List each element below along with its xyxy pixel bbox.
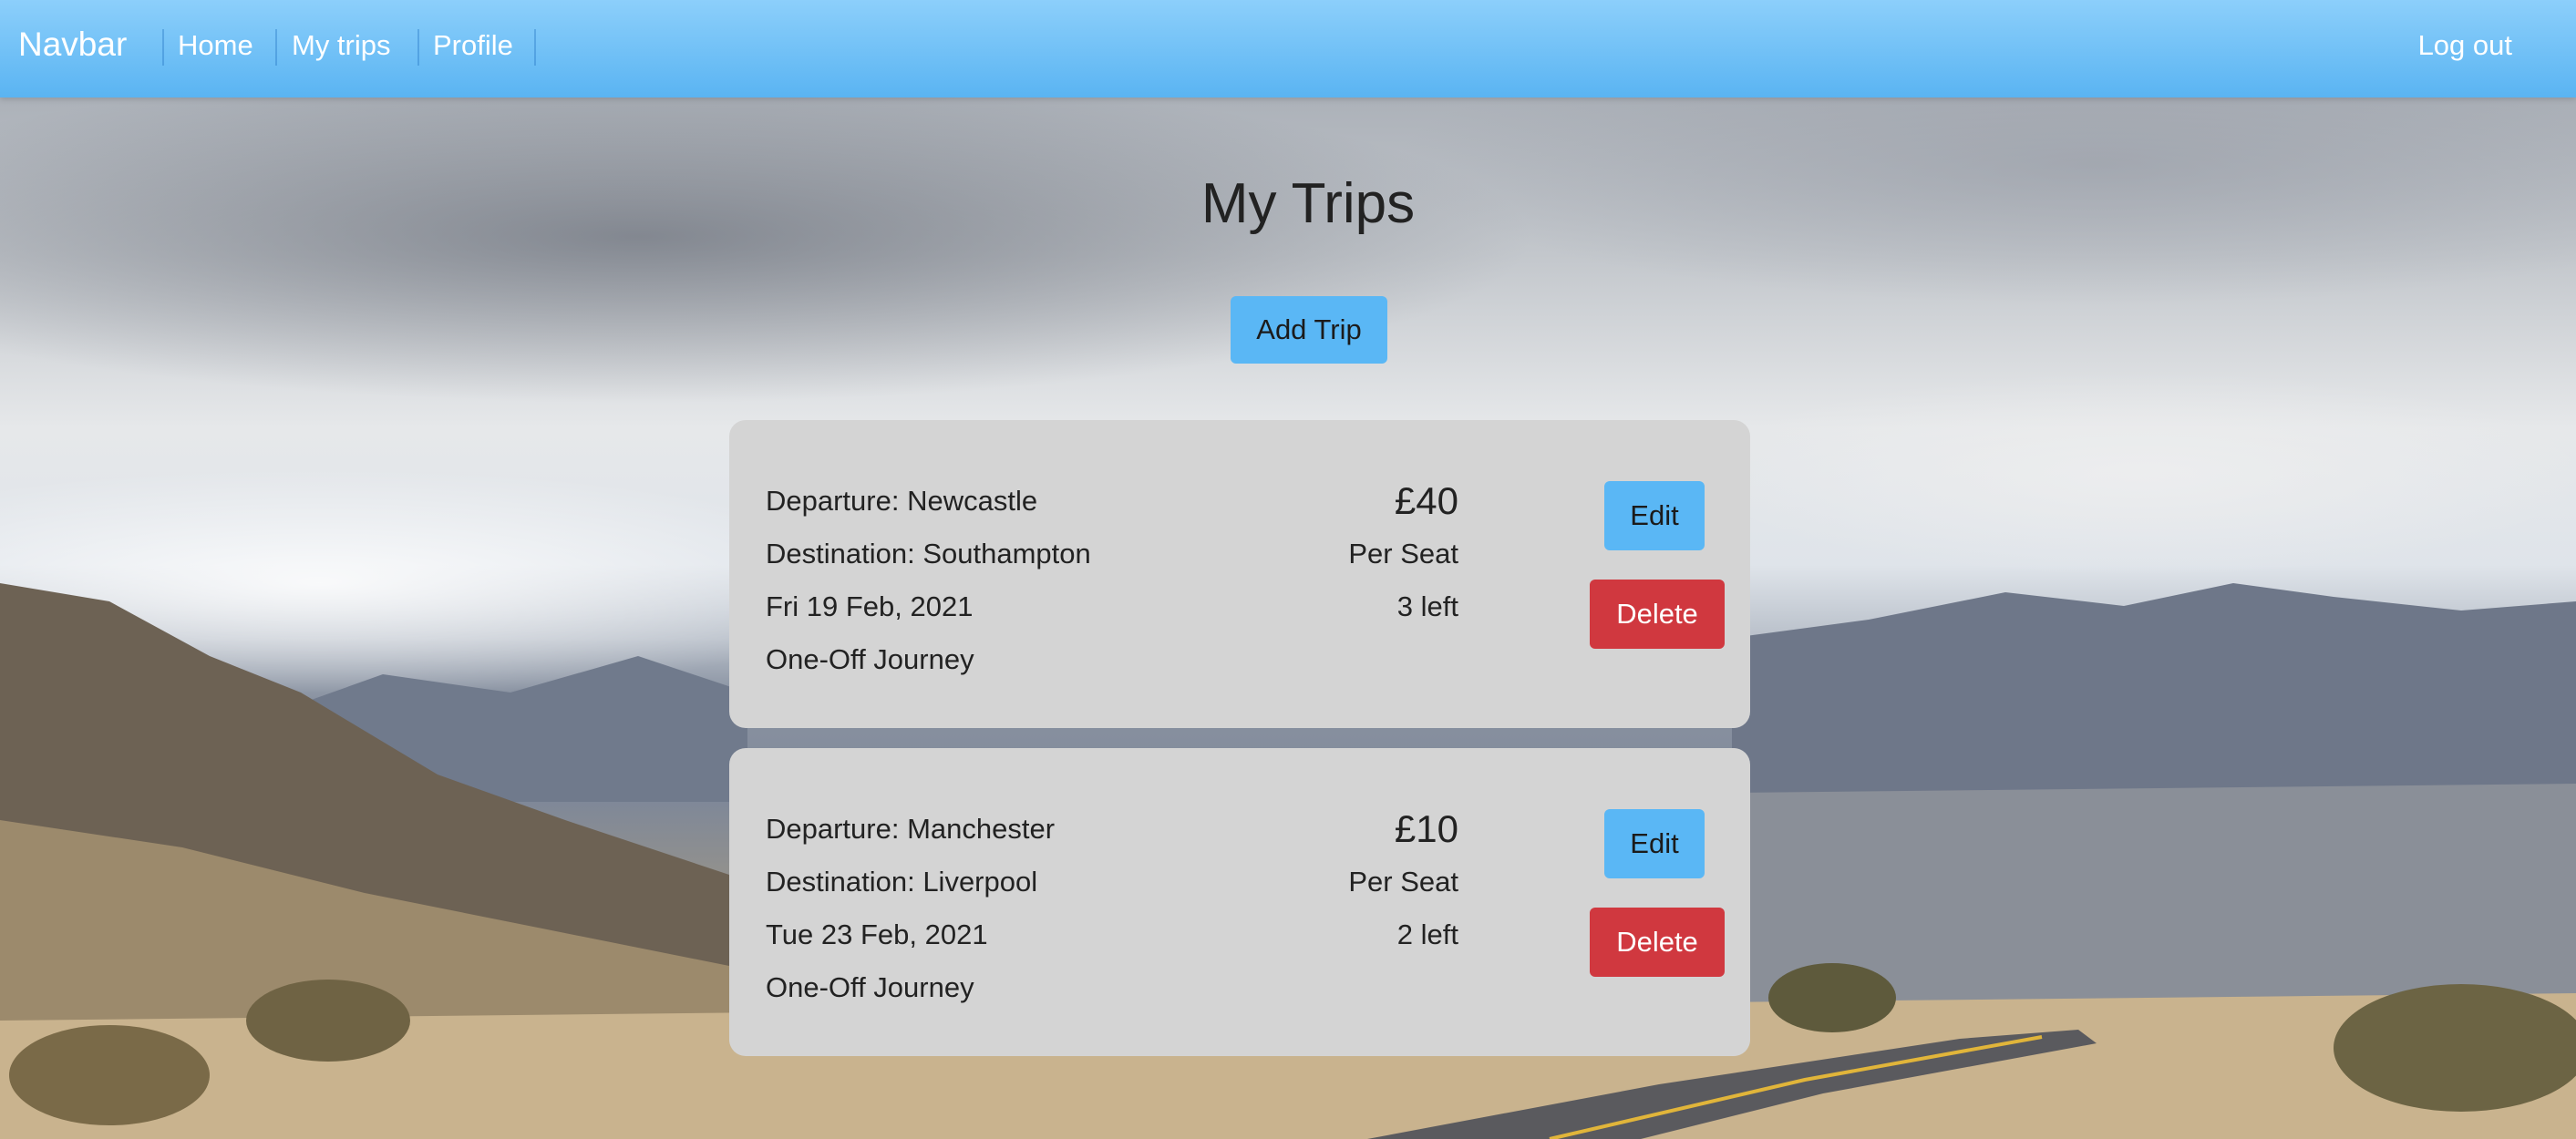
trip-date: Fri 19 Feb, 2021 <box>766 590 974 622</box>
trip-destination: Destination: Southampton <box>766 538 1091 570</box>
trip-pricing: £40 Per Seat 3 left <box>1348 475 1458 633</box>
trip-date: Tue 23 Feb, 2021 <box>766 918 988 950</box>
trip-departure: Departure: Manchester <box>766 813 1056 845</box>
edit-trip-button[interactable]: Edit <box>1604 481 1705 550</box>
trip-pricing: £10 Per Seat 2 left <box>1348 803 1458 961</box>
navbar-brand[interactable]: Navbar <box>18 26 127 64</box>
logout-link[interactable]: Log out <box>2418 29 2512 62</box>
nav-link-profile[interactable]: Profile <box>433 29 513 62</box>
edit-trip-button[interactable]: Edit <box>1604 809 1705 878</box>
trip-card: Departure: Newcastle Destination: Southa… <box>729 420 1750 728</box>
add-trip-button[interactable]: Add Trip <box>1231 296 1387 364</box>
page-title: My Trips <box>1200 172 1416 235</box>
trip-seats-left: 2 left <box>1396 918 1458 950</box>
trip-card: Departure: Manchester Destination: Liver… <box>729 748 1750 1056</box>
delete-trip-button[interactable]: Delete <box>1590 908 1725 977</box>
top-navbar: Navbar Home My trips Profile Log out <box>0 0 2576 97</box>
delete-trip-button[interactable]: Delete <box>1590 580 1725 649</box>
trip-journey-type: One-Off Journey <box>766 971 974 1003</box>
nav-link-my-trips[interactable]: My trips <box>292 29 391 62</box>
nav-link-home[interactable]: Home <box>178 29 253 62</box>
nav-divider <box>275 29 277 66</box>
nav-divider <box>417 29 419 66</box>
trip-per-seat: Per Seat <box>1348 866 1458 898</box>
trip-per-seat: Per Seat <box>1348 538 1458 570</box>
trip-details: Departure: Manchester Destination: Liver… <box>766 803 1055 1014</box>
trip-journey-type: One-Off Journey <box>766 643 974 675</box>
nav-divider <box>534 29 536 66</box>
trip-seats-left: 3 left <box>1396 590 1458 622</box>
trip-departure: Departure: Newcastle <box>766 485 1038 517</box>
nav-divider <box>162 29 164 66</box>
trip-price: £40 <box>1394 479 1458 522</box>
trip-price: £10 <box>1394 807 1458 850</box>
trip-destination: Destination: Liverpool <box>766 866 1038 898</box>
trip-details: Departure: Newcastle Destination: Southa… <box>766 475 1091 686</box>
